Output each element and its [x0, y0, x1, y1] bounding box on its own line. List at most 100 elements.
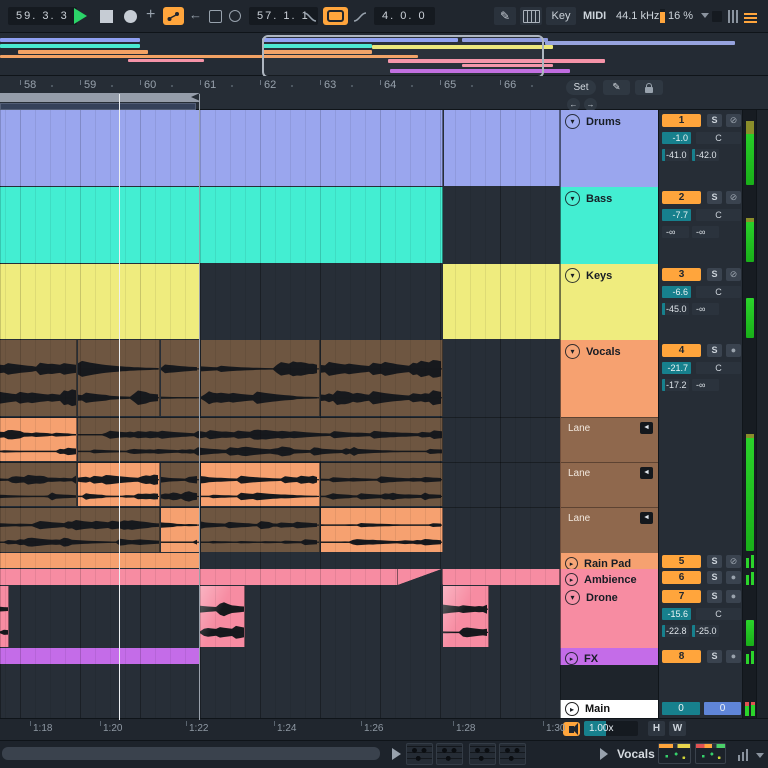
clip[interactable] — [0, 264, 200, 339]
device-chain-play-icon[interactable] — [600, 748, 608, 760]
fold-icon[interactable]: ▾ — [565, 191, 580, 206]
track-number-button[interactable]: 2 — [662, 191, 701, 204]
track-lane[interactable] — [0, 340, 560, 417]
send-a-value[interactable]: -41.0 — [662, 149, 689, 161]
pan-value[interactable]: C — [696, 132, 741, 144]
main-track-lane[interactable] — [0, 700, 560, 718]
mixer-sections-button[interactable] — [728, 10, 738, 23]
computer-midi-keyboard-button[interactable] — [520, 7, 542, 25]
solo-button[interactable]: S — [707, 650, 722, 663]
clip[interactable] — [0, 340, 77, 416]
track-header[interactable]: ▸Rain Pad — [560, 553, 658, 569]
punch-region-button[interactable] — [209, 10, 222, 23]
clip[interactable] — [398, 569, 443, 585]
fold-icon[interactable]: ▾ — [565, 344, 580, 359]
solo-button[interactable]: S — [707, 344, 722, 357]
automation-thumb-1[interactable] — [406, 743, 433, 765]
fold-icon[interactable]: ▸ — [565, 573, 578, 586]
pan-value[interactable]: C — [696, 608, 741, 620]
clip[interactable] — [0, 418, 77, 461]
send-b-value[interactable]: -∞ — [692, 303, 719, 315]
arm-button[interactable]: ● — [726, 650, 741, 663]
track-header[interactable]: ▾VocalsLane◄Lane◄Lane◄ — [560, 340, 658, 553]
solo-button[interactable]: S — [707, 555, 722, 568]
clip[interactable] — [161, 508, 200, 552]
clip[interactable] — [0, 110, 443, 186]
punch-out-switch[interactable] — [353, 12, 367, 22]
solo-button[interactable]: S — [707, 191, 722, 204]
track-number-button[interactable]: 3 — [662, 268, 701, 281]
fold-icon[interactable]: ▸ — [565, 702, 579, 716]
pan-value[interactable]: C — [696, 209, 741, 221]
set-locator-button[interactable]: Set — [566, 80, 596, 95]
height-zoom-button[interactable]: H — [648, 721, 665, 736]
send-a-value[interactable]: -22.8 — [662, 625, 689, 637]
take-lane[interactable] — [0, 462, 560, 507]
horizontal-scrollbar[interactable] — [2, 747, 380, 760]
fold-icon[interactable]: ▸ — [565, 557, 578, 569]
send-a-value[interactable]: -17.2 — [662, 379, 689, 391]
track-lane[interactable] — [0, 586, 560, 648]
lane-header[interactable]: Lane◄ — [561, 417, 658, 462]
arm-button[interactable]: ● — [726, 571, 741, 584]
menu-button[interactable] — [744, 11, 757, 25]
draw-automation-button[interactable]: ✎ — [603, 80, 630, 95]
stop-button[interactable] — [100, 10, 113, 23]
send-b-value[interactable]: -25.0 — [692, 625, 719, 637]
automation-mode-button[interactable] — [163, 7, 184, 25]
key-map-mode-button[interactable]: Key — [546, 7, 576, 25]
time-selection-strip[interactable] — [0, 103, 196, 110]
punch-in-switch[interactable] — [303, 12, 317, 22]
play-button[interactable] — [74, 8, 87, 24]
clip[interactable] — [200, 586, 245, 647]
clip[interactable] — [443, 586, 489, 647]
empty-lane[interactable] — [0, 665, 560, 700]
clip[interactable] — [161, 340, 200, 416]
track-header[interactable]: ▾Bass — [560, 187, 658, 264]
lane-header[interactable]: Lane◄ — [561, 507, 658, 553]
send-a-value[interactable]: -45.0 — [662, 303, 689, 315]
clip[interactable] — [444, 110, 560, 186]
chevron-down-icon[interactable] — [756, 753, 764, 758]
loop-length-display[interactable]: 4. 0. 0 — [374, 7, 435, 25]
main-pan-value[interactable]: 0 — [704, 702, 741, 715]
clip[interactable] — [321, 508, 443, 552]
solo-button[interactable]: S — [707, 268, 722, 281]
volume-value[interactable]: -1.0 — [662, 132, 691, 144]
overview-view-selector[interactable] — [262, 35, 544, 78]
clip[interactable] — [201, 340, 320, 416]
beat-time-ruler[interactable]: Set ✎ ← → 585960616263646566 — [0, 76, 768, 110]
arm-button[interactable]: ⊘ — [726, 114, 741, 127]
send-b-value[interactable]: -∞ — [692, 379, 719, 391]
arm-button[interactable]: ● — [726, 590, 741, 603]
playhead-line[interactable] — [119, 94, 120, 720]
speaker-icon[interactable]: ◄ — [640, 512, 653, 524]
cpu-dropdown-caret[interactable] — [671, 13, 709, 18]
automation-thumb-3[interactable] — [469, 743, 496, 765]
track-header[interactable]: ▸FX — [560, 648, 658, 665]
track-number-button[interactable]: 6 — [662, 571, 701, 584]
arrangement-position-display[interactable]: 59. 3. 3 — [8, 7, 77, 25]
clip[interactable] — [321, 340, 443, 416]
arrangement-overview[interactable] — [0, 33, 768, 76]
output-meter-icon[interactable] — [738, 749, 748, 761]
automation-thumb-4[interactable] — [499, 743, 526, 765]
draw-mode-button[interactable]: ✎ — [494, 7, 516, 25]
arm-button[interactable]: ⊘ — [726, 555, 741, 568]
preview-audition-button[interactable] — [563, 722, 580, 736]
clip[interactable] — [78, 418, 443, 461]
clip[interactable] — [201, 463, 320, 506]
main-track-header[interactable]: ▸ Main — [560, 700, 658, 718]
clip[interactable] — [161, 463, 200, 506]
punch-out-button[interactable] — [229, 10, 241, 22]
fold-icon[interactable]: ▾ — [565, 268, 580, 283]
track-lane[interactable] — [0, 569, 560, 586]
send-b-value[interactable]: -42.0 — [692, 149, 719, 161]
fold-icon[interactable]: ▾ — [565, 114, 580, 129]
clip[interactable] — [443, 264, 560, 339]
time-ruler[interactable]: 1.00x H W 1:181:201:221:241:261:281:30 — [0, 718, 768, 740]
track-lane[interactable] — [0, 648, 560, 665]
track-number-button[interactable]: 5 — [662, 555, 701, 568]
volume-value[interactable]: -6.6 — [662, 286, 691, 298]
volume-value[interactable]: -7.7 — [662, 209, 691, 221]
